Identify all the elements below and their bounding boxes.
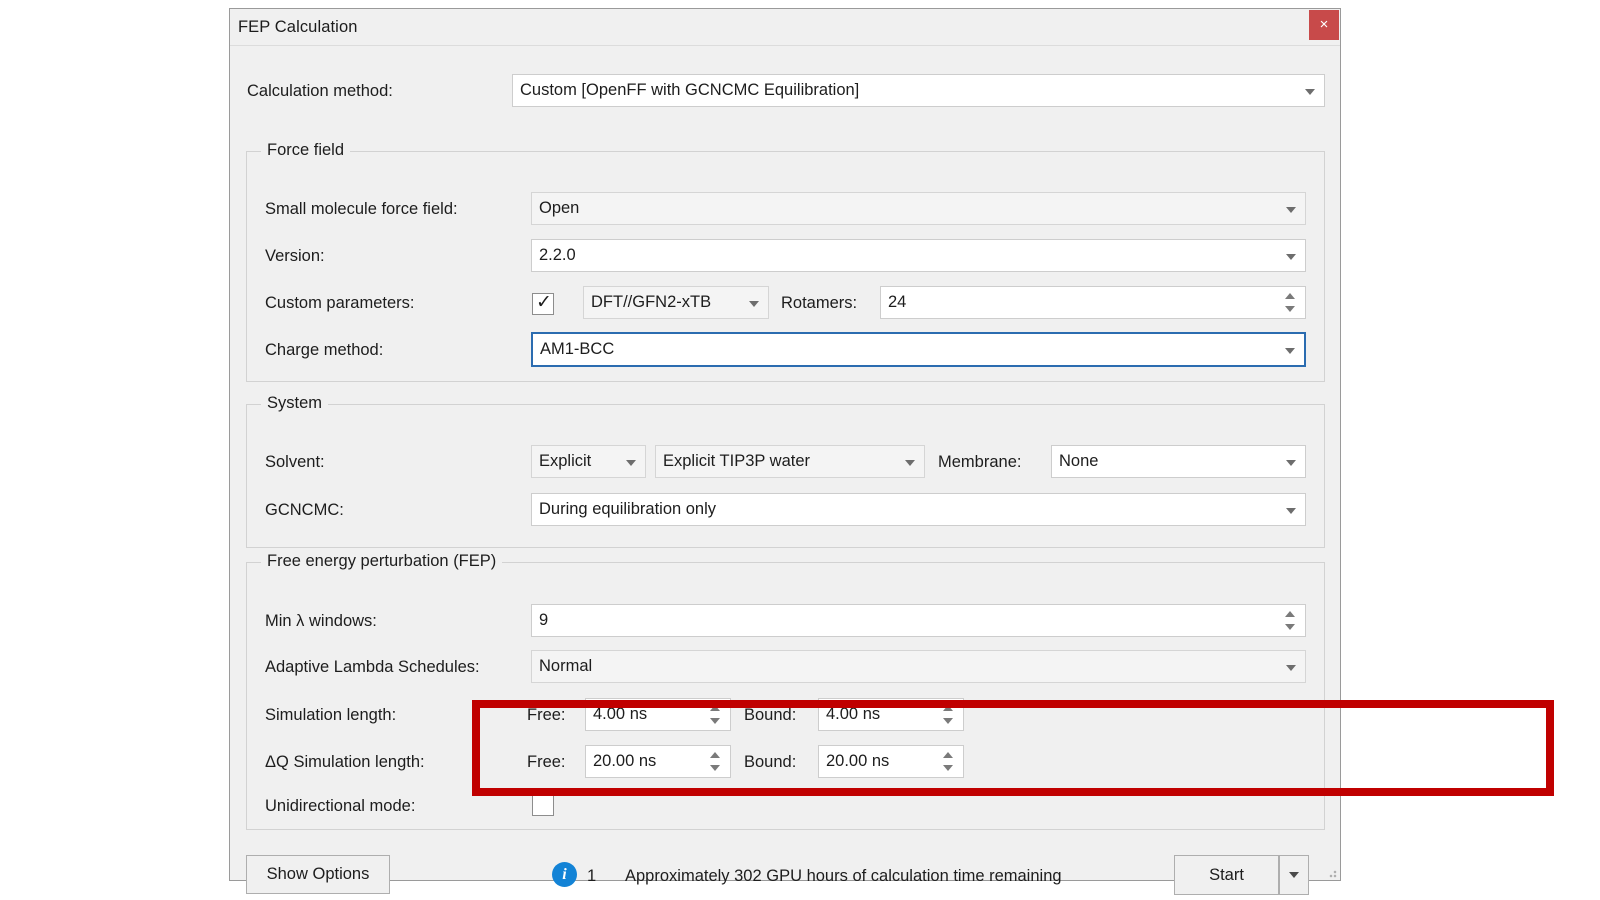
dq-simulation-length-free-stepper[interactable]: 20.00 ns: [585, 745, 731, 778]
dq-simulation-length-label: ΔQ Simulation length:: [265, 753, 425, 771]
gcncmc-value: During equilibration only: [539, 500, 717, 518]
version-value: 2.2.0: [539, 246, 576, 264]
small-molecule-force-field-select[interactable]: Open: [531, 192, 1306, 225]
stepper-up-icon[interactable]: [943, 705, 953, 711]
chevron-down-icon: [1305, 88, 1315, 95]
dialog-body: Calculation method: Custom [OpenFF with …: [230, 46, 1554, 895]
membrane-select[interactable]: None: [1051, 445, 1306, 478]
rotamers-value: 24: [888, 293, 907, 311]
dq-simulation-length-bound-stepper[interactable]: 20.00 ns: [818, 745, 964, 778]
fep-group-title: Free energy perturbation (FEP): [261, 552, 503, 571]
chevron-down-icon: [905, 459, 915, 466]
stepper-down-icon[interactable]: [943, 718, 953, 724]
small-molecule-force-field-value: Open: [539, 199, 580, 217]
rotamers-stepper[interactable]: 24: [880, 286, 1306, 319]
solvent-mode-value: Explicit: [539, 452, 592, 470]
start-button[interactable]: Start: [1174, 855, 1279, 895]
charge-method-label: Charge method:: [265, 341, 384, 359]
small-molecule-force-field-label: Small molecule force field:: [265, 200, 458, 218]
calculation-method-label: Calculation method:: [247, 82, 393, 100]
stepper-up-icon[interactable]: [1285, 611, 1295, 617]
chevron-down-icon: [1286, 664, 1296, 671]
chevron-down-icon: [1286, 206, 1296, 213]
simulation-length-free-value: 4.00 ns: [593, 705, 648, 723]
force-field-group-title: Force field: [261, 141, 351, 160]
custom-parameters-label: Custom parameters:: [265, 294, 415, 312]
unidirectional-mode-checkbox[interactable]: [532, 794, 554, 816]
rotamers-label: Rotamers:: [781, 294, 858, 312]
gcncmc-label: GCNCMC:: [265, 501, 344, 519]
chevron-down-icon: [1285, 347, 1295, 354]
system-group-title: System: [261, 394, 329, 413]
min-lambda-windows-value: 9: [539, 611, 549, 629]
start-label: Start: [1209, 865, 1244, 884]
fep-group: Free energy perturbation (FEP): [246, 552, 1325, 830]
simulation-length-free-stepper[interactable]: 4.00 ns: [585, 698, 731, 731]
membrane-label: Membrane:: [938, 453, 1022, 471]
chevron-down-icon: [626, 459, 636, 466]
info-icon[interactable]: i: [552, 862, 577, 887]
solvent-model-select[interactable]: Explicit TIP3P water: [655, 445, 925, 478]
simulation-length-bound-label: Bound:: [744, 706, 797, 724]
membrane-value: None: [1059, 452, 1099, 470]
resize-grip[interactable]: [1327, 868, 1337, 878]
chevron-down-icon: [1289, 872, 1299, 878]
min-lambda-windows-stepper[interactable]: 9: [531, 604, 1306, 637]
status-text: Approximately 302 GPU hours of calculati…: [625, 867, 1062, 885]
custom-parameters-checkbox[interactable]: [532, 291, 554, 315]
stepper-up-icon[interactable]: [710, 752, 720, 758]
charge-method-select[interactable]: AM1-BCC: [531, 332, 1306, 367]
dq-simulation-length-bound-label: Bound:: [744, 753, 797, 771]
solvent-model-value: Explicit TIP3P water: [663, 452, 811, 470]
show-options-button[interactable]: Show Options: [246, 855, 390, 894]
version-select[interactable]: 2.2.0: [531, 239, 1306, 272]
adaptive-lambda-schedules-label: Adaptive Lambda Schedules:: [265, 658, 480, 676]
info-icon-glyph: i: [562, 865, 567, 883]
stepper-up-icon[interactable]: [710, 705, 720, 711]
chevron-down-icon: [1286, 459, 1296, 466]
version-label: Version:: [265, 247, 325, 265]
custom-parameters-value: DFT//GFN2-xTB: [591, 293, 712, 311]
close-icon[interactable]: ×: [1309, 10, 1339, 40]
dq-simulation-length-free-label: Free:: [527, 753, 566, 771]
simulation-length-bound-stepper[interactable]: 4.00 ns: [818, 698, 964, 731]
start-options-dropdown-button[interactable]: [1279, 855, 1309, 895]
dialog-titlebar: FEP Calculation ×: [230, 9, 1340, 46]
stepper-down-icon[interactable]: [710, 718, 720, 724]
solvent-label: Solvent:: [265, 453, 325, 471]
custom-parameters-select[interactable]: DFT//GFN2-xTB: [583, 286, 769, 319]
chevron-down-icon: [1286, 253, 1296, 260]
stepper-down-icon[interactable]: [710, 765, 720, 771]
gcncmc-select[interactable]: During equilibration only: [531, 493, 1306, 526]
simulation-length-label: Simulation length:: [265, 706, 397, 724]
dialog-title: FEP Calculation: [238, 18, 358, 36]
min-lambda-windows-label: Min λ windows:: [265, 612, 377, 630]
solvent-mode-select[interactable]: Explicit: [531, 445, 646, 478]
unidirectional-mode-label: Unidirectional mode:: [265, 797, 416, 815]
stepper-down-icon[interactable]: [1285, 624, 1295, 630]
chevron-down-icon: [1286, 507, 1296, 514]
info-count: 1: [587, 867, 597, 885]
stepper-up-icon[interactable]: [943, 752, 953, 758]
calculation-method-value: Custom [OpenFF with GCNCMC Equilibration…: [520, 81, 860, 99]
stepper-down-icon[interactable]: [943, 765, 953, 771]
dq-simulation-length-bound-value: 20.00 ns: [826, 752, 890, 770]
simulation-length-free-label: Free:: [527, 706, 566, 724]
adaptive-lambda-schedules-select[interactable]: Normal: [531, 650, 1306, 683]
calculation-method-select[interactable]: Custom [OpenFF with GCNCMC Equilibration…: [512, 74, 1325, 107]
simulation-length-bound-value: 4.00 ns: [826, 705, 881, 723]
charge-method-value: AM1-BCC: [540, 340, 615, 358]
fep-calculation-dialog: FEP Calculation × Calculation method: Cu…: [229, 8, 1554, 895]
chevron-down-icon: [749, 300, 759, 307]
dq-simulation-length-free-value: 20.00 ns: [593, 752, 657, 770]
adaptive-lambda-schedules-value: Normal: [539, 657, 593, 675]
stepper-down-icon[interactable]: [1285, 306, 1295, 312]
stepper-up-icon[interactable]: [1285, 293, 1295, 299]
show-options-label: Show Options: [266, 865, 370, 883]
